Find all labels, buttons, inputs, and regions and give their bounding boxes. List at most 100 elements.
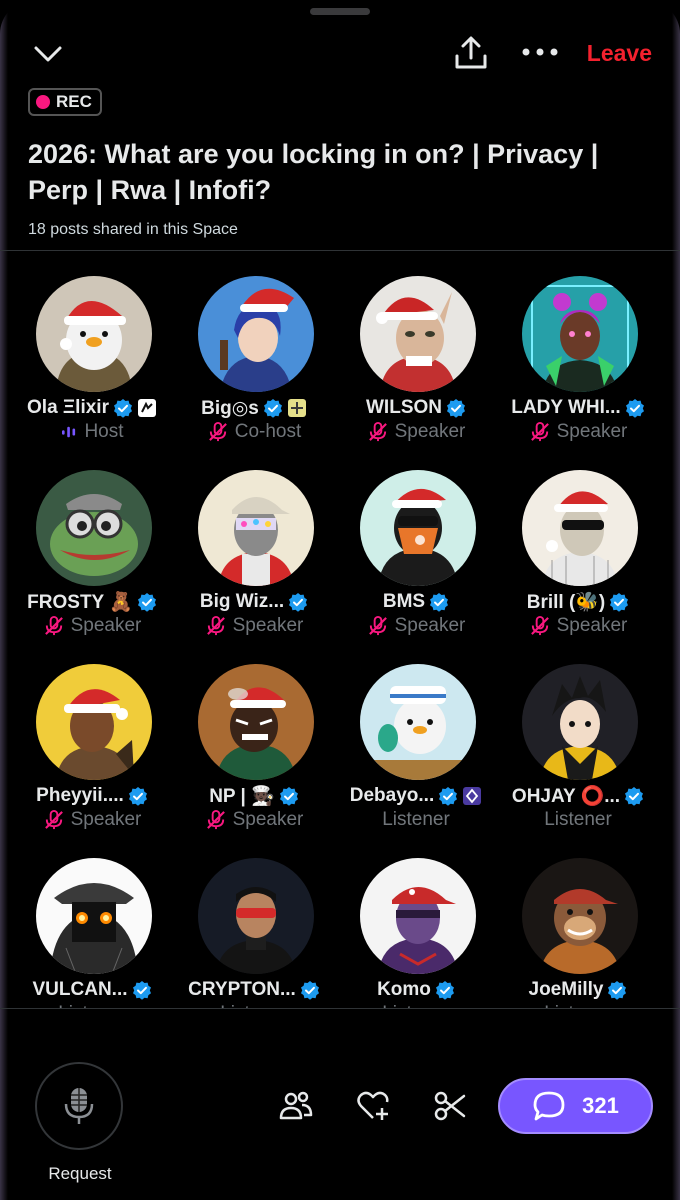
mic-muted-icon [368, 421, 387, 442]
participant-6[interactable]: Big Wiz... Speaker [172, 466, 336, 656]
avatar[interactable] [198, 664, 314, 780]
participant-2[interactable]: Big◎s Co-host [172, 272, 336, 462]
comments-button[interactable]: 321 [498, 1078, 653, 1134]
leave-button[interactable]: Leave [587, 40, 652, 67]
participant-name-row: WILSON [334, 396, 498, 420]
avatar[interactable] [522, 470, 638, 586]
avatar[interactable] [36, 276, 152, 392]
avatar[interactable] [522, 664, 638, 780]
participant-10[interactable]: NP | 🧑🏿‍🍳 Speaker [172, 660, 336, 850]
affiliation-badge-icon [137, 399, 156, 417]
scissors-icon[interactable] [432, 1088, 468, 1124]
verified-badge-icon [608, 981, 627, 1000]
participant-role: Speaker [70, 615, 142, 636]
avatar-image [198, 276, 314, 392]
recording-label: REC [56, 92, 92, 111]
avatar[interactable] [36, 470, 152, 586]
participant-role: Listener [382, 809, 450, 830]
participant-8[interactable]: Brill (🐝) Speaker [496, 466, 660, 656]
participant-role-row: Speaker [496, 614, 660, 638]
participant-name-row: JoeMilly [496, 978, 660, 1002]
participant-9[interactable]: Pheyyii.... Speaker [10, 660, 174, 850]
participant-name: FROSTY 🧸 [27, 592, 133, 613]
affiliation-badge-icon [287, 399, 306, 417]
participant-role-row: Listener [496, 808, 660, 832]
avatar[interactable] [198, 470, 314, 586]
avatar-image [198, 470, 314, 586]
heart-plus-icon[interactable] [355, 1088, 391, 1124]
chat-bubble-icon [533, 1091, 565, 1121]
avatar-image [36, 470, 152, 586]
avatar-image [522, 470, 638, 586]
avatar[interactable] [360, 470, 476, 586]
chevron-down-icon[interactable] [30, 36, 66, 72]
avatar[interactable] [198, 858, 314, 974]
participant-role-row: Speaker [496, 420, 660, 444]
participant-role-row: Speaker [10, 808, 174, 832]
participant-4[interactable]: LADY WHI... Speaker [496, 272, 660, 462]
participant-12[interactable]: OHJAY ⭕... Listener [496, 660, 660, 850]
participant-name: Big Wiz... [199, 591, 285, 612]
participant-role: Speaker [394, 615, 466, 636]
participant-11[interactable]: Debayo... Listener [334, 660, 498, 850]
participant-role-row: Co-host [172, 420, 336, 444]
participant-name: Big◎s [201, 397, 259, 419]
participant-role: Speaker [232, 809, 304, 830]
participant-role-row: Listener [334, 808, 498, 832]
request-label: Request [48, 1164, 112, 1183]
avatar[interactable] [36, 858, 152, 974]
mic-muted-icon [44, 809, 63, 830]
avatar[interactable] [198, 276, 314, 392]
verified-badge-icon [263, 399, 282, 418]
participant-role-row: Host [10, 420, 174, 444]
avatar-image [360, 470, 476, 586]
bottom-divider [0, 1008, 680, 1009]
participant-name: VULCAN... [32, 979, 128, 1000]
participant-name: Debayo... [349, 785, 435, 806]
participant-name-row: CRYPTON... [172, 978, 336, 1002]
avatar-image [198, 664, 314, 780]
participant-3[interactable]: WILSON Speaker [334, 272, 498, 462]
participant-name-row: Big Wiz... [172, 590, 336, 614]
share-icon[interactable] [452, 34, 490, 72]
request-mic-button[interactable] [35, 1062, 123, 1150]
avatar[interactable] [360, 664, 476, 780]
avatar-image [36, 276, 152, 392]
posts-shared-link[interactable]: 18 posts shared in this Space [28, 221, 238, 239]
avatar[interactable] [522, 276, 638, 392]
verified-badge-icon [128, 787, 147, 806]
participant-14[interactable]: CRYPTON...Listener [172, 854, 336, 1008]
avatar-image [522, 664, 638, 780]
participant-name-row: Brill (🐝) [496, 590, 660, 614]
mic-muted-icon [206, 615, 225, 636]
participant-15[interactable]: KomoListener [334, 854, 498, 1008]
participant-name: JoeMilly [528, 979, 604, 1000]
verified-badge-icon [289, 593, 308, 612]
avatar-image [360, 276, 476, 392]
avatar[interactable] [360, 858, 476, 974]
mic-muted-icon [208, 421, 227, 442]
participant-13[interactable]: VULCAN...Listener [10, 854, 174, 1008]
avatar[interactable] [360, 276, 476, 392]
screen-edge-left [0, 0, 8, 1200]
participant-16[interactable]: JoeMillyListener [496, 854, 660, 1008]
participant-name: Brill (🐝) [526, 592, 606, 613]
recording-badge: REC [28, 88, 102, 116]
avatar[interactable] [36, 664, 152, 780]
participant-7[interactable]: BMS Speaker [334, 466, 498, 656]
participant-5[interactable]: FROSTY 🧸 Speaker [10, 466, 174, 656]
comments-count: 321 [582, 1093, 619, 1118]
participant-name-row: Pheyyii.... [10, 784, 174, 808]
participant-name-row: Ola Ξlixir [10, 396, 174, 420]
sheet-grabber[interactable] [310, 8, 370, 15]
participant-role-row: Speaker [334, 420, 498, 444]
participant-role: Co-host [234, 421, 302, 442]
avatar-image [36, 858, 152, 974]
avatar[interactable] [522, 858, 638, 974]
avatar-image [198, 858, 314, 974]
more-options-icon[interactable] [520, 42, 560, 62]
participant-name: OHJAY ⭕... [511, 786, 621, 807]
participant-1[interactable]: Ola Ξlixir Host [10, 272, 174, 462]
verified-badge-icon [300, 981, 319, 1000]
people-icon[interactable] [278, 1088, 314, 1124]
